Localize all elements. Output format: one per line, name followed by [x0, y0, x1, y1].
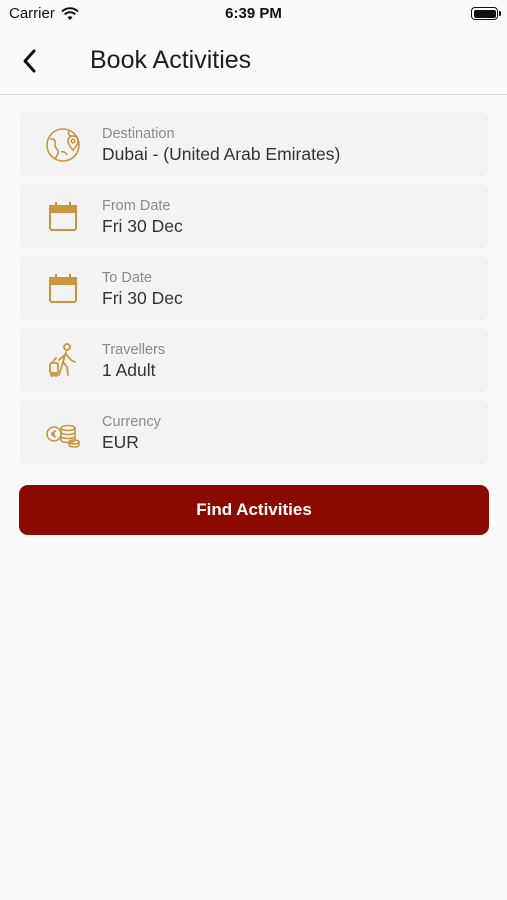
booking-form: Destination Dubai - (United Arab Emirate… [20, 112, 488, 472]
to-date-field[interactable]: To Date Fri 30 Dec [20, 256, 488, 320]
calendar-icon [49, 202, 77, 231]
calendar-icon [49, 274, 77, 303]
battery-icon [471, 7, 501, 20]
traveller-luggage-icon [49, 343, 76, 377]
travellers-value: 1 Adult [102, 360, 156, 380]
destination-value: Dubai - (United Arab Emirates) [102, 144, 341, 164]
from-date-label: From Date [102, 198, 171, 214]
navigation-bar: Book Activities [0, 30, 507, 95]
find-activities-button[interactable]: Find Activities [19, 485, 489, 535]
from-date-field[interactable]: From Date Fri 30 Dec [20, 184, 488, 248]
coins-icon [46, 424, 80, 448]
back-button[interactable] [12, 44, 46, 78]
travellers-field[interactable]: Travellers 1 Adult [20, 328, 488, 392]
travellers-label: Travellers [102, 342, 166, 358]
status-bar: Carrier 6:39 PM [0, 0, 507, 30]
destination-label: Destination [102, 126, 175, 142]
to-date-value: Fri 30 Dec [102, 288, 183, 308]
currency-value: EUR [102, 432, 139, 452]
destination-field[interactable]: Destination Dubai - (United Arab Emirate… [20, 112, 488, 176]
page-title: Book Activities [90, 46, 252, 74]
currency-label: Currency [102, 414, 161, 430]
status-time: 6:39 PM [225, 5, 282, 22]
currency-field[interactable]: Currency EUR [20, 400, 488, 464]
to-date-label: To Date [102, 270, 152, 286]
from-date-value: Fri 30 Dec [102, 216, 183, 236]
globe-pin-icon [46, 128, 80, 162]
chevron-left-icon [23, 49, 36, 73]
